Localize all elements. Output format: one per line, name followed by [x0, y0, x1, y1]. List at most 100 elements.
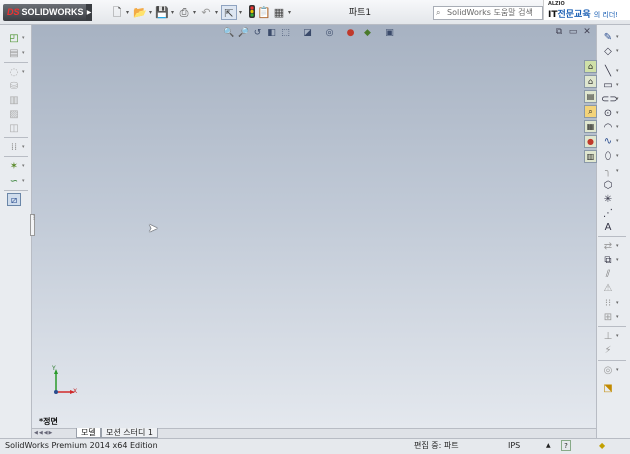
extruded-cut-icon[interactable]: ▨	[7, 108, 21, 121]
line-icon[interactable]: ╲	[601, 65, 615, 78]
chevron-down-icon[interactable]: ▾	[616, 45, 622, 58]
mirror-entities-icon[interactable]: ⫽	[601, 268, 615, 281]
hide-show-items-icon[interactable]: ◎	[324, 27, 335, 39]
instant3d-icon[interactable]: ⧄	[7, 193, 21, 206]
open-folder-icon[interactable]: 📂	[132, 5, 148, 20]
display-relations-icon[interactable]: ⊥	[601, 330, 615, 343]
fillet-icon[interactable]: ◫	[7, 122, 21, 135]
chevron-up-icon[interactable]: ▲	[546, 439, 551, 453]
chevron-down-icon[interactable]: ▾	[616, 135, 622, 148]
view-settings-icon[interactable]: ▣	[384, 27, 395, 39]
chevron-down-icon[interactable]: ▾	[22, 47, 28, 60]
edit-appearance-icon[interactable]: ●	[345, 27, 356, 39]
chevron-down-icon[interactable]: ▾	[616, 79, 622, 92]
chevron-down-icon[interactable]: ▾	[616, 93, 622, 106]
search-icon[interactable]: ⌕	[584, 105, 597, 118]
tile-icon[interactable]: ▭	[568, 27, 578, 38]
apply-scene-icon[interactable]: ◆	[362, 27, 373, 39]
chevron-down-icon[interactable]: ▾	[616, 107, 622, 120]
rapid-sketch-icon[interactable]: ⬔	[601, 382, 615, 395]
chevron-down-icon[interactable]: ▾	[22, 175, 28, 188]
revolved-boss-icon[interactable]: ▤	[7, 47, 21, 60]
extruded-boss-icon[interactable]: ◰	[7, 32, 21, 45]
move-entities-icon[interactable]: ⊞	[601, 311, 615, 324]
solidworks-logo-menu[interactable]: DS SOLIDWORKS	[3, 4, 89, 21]
chevron-down-icon[interactable]: ▾	[616, 330, 622, 343]
view-palette-icon[interactable]: ▦	[584, 120, 597, 133]
spline-icon[interactable]: ∿	[601, 135, 615, 148]
previous-view-icon[interactable]: ↺	[252, 27, 263, 39]
chevron-down-icon[interactable]: ▾	[22, 32, 28, 45]
restore-icon[interactable]: ⧉	[554, 27, 564, 38]
graphics-area[interactable]	[32, 25, 596, 428]
close-icon[interactable]: ✕	[582, 27, 592, 38]
chevron-down-icon[interactable]: ▾	[191, 5, 198, 20]
linear-sketch-pattern-icon[interactable]: ⁝⁝	[601, 297, 615, 310]
chevron-down-icon[interactable]: ▾	[124, 5, 131, 20]
appearances-icon[interactable]: ●	[584, 135, 597, 148]
solidworks-resources-icon[interactable]: ⌂	[584, 60, 597, 73]
boundary-boss-icon[interactable]: ▥	[7, 94, 21, 107]
help-search-input[interactable]: SolidWorks 도움말 검색	[433, 6, 543, 20]
tag-icon[interactable]: ◆	[599, 439, 605, 453]
view-orientation-icon[interactable]: ⬚	[280, 27, 291, 39]
select-cursor-icon[interactable]: ⇱	[221, 5, 237, 20]
point-icon[interactable]: ✳	[601, 193, 615, 206]
curves-icon[interactable]: ∽	[7, 175, 21, 188]
trim-entities-icon[interactable]: ⚠	[601, 282, 615, 295]
unit-system[interactable]: IPS	[508, 439, 520, 453]
convert-entities-icon[interactable]: ⇄	[601, 240, 615, 253]
chevron-down-icon[interactable]: ▾	[616, 254, 622, 267]
print-icon[interactable]: ⎙	[176, 5, 192, 20]
chevron-down-icon[interactable]: ▾	[213, 5, 220, 20]
chevron-down-icon[interactable]: ▾	[616, 311, 622, 324]
custom-properties-icon[interactable]: ▥	[584, 150, 597, 163]
linear-pattern-icon[interactable]: ⁞⁞	[7, 141, 21, 154]
circle-icon[interactable]: ⊙	[601, 107, 615, 120]
chevron-down-icon[interactable]: ▾	[616, 65, 622, 78]
file-properties-icon[interactable]: 📋	[256, 5, 272, 20]
arc-icon[interactable]: ◠	[601, 121, 615, 134]
chevron-down-icon[interactable]: ▾	[616, 297, 622, 310]
chevron-down-icon[interactable]: ▾	[616, 150, 622, 163]
rectangle-icon[interactable]: ▭	[601, 79, 615, 92]
menu-expand-icon[interactable]: ▶	[86, 4, 92, 21]
reference-geometry-icon[interactable]: ✶	[7, 160, 21, 173]
chevron-down-icon[interactable]: ▾	[237, 5, 244, 20]
chevron-down-icon[interactable]: ▾	[147, 5, 154, 20]
zoom-to-fit-icon[interactable]: 🔍	[223, 27, 234, 39]
save-icon[interactable]: 💾	[154, 5, 170, 20]
chevron-down-icon[interactable]: ▾	[616, 121, 622, 134]
polygon-icon[interactable]: ⬡	[601, 179, 615, 192]
fillet-sketch-icon[interactable]: ╮	[601, 165, 615, 178]
new-document-icon[interactable]: 🗋	[109, 5, 125, 20]
ellipse-icon[interactable]: ⬯	[601, 150, 615, 163]
centerline-icon[interactable]: ⋰	[601, 207, 615, 220]
swept-boss-icon[interactable]: ◌	[7, 66, 21, 79]
section-view-icon[interactable]: ◧	[266, 27, 277, 39]
chevron-down-icon[interactable]: ▾	[22, 66, 28, 79]
chevron-down-icon[interactable]: ▾	[616, 165, 622, 178]
lofted-boss-icon[interactable]: ⛁	[7, 80, 21, 93]
chevron-down-icon[interactable]: ▾	[616, 240, 622, 253]
offset-entities-icon[interactable]: ⧉	[601, 254, 615, 267]
tab-motion-study[interactable]: 모션 스터디 1	[101, 428, 158, 438]
chevron-down-icon[interactable]: ▾	[22, 160, 28, 173]
repair-sketch-icon[interactable]: ⚡	[601, 344, 615, 357]
chevron-down-icon[interactable]: ▾	[169, 5, 176, 20]
zoom-area-icon[interactable]: 🔎	[238, 27, 249, 39]
text-icon[interactable]: A	[601, 221, 615, 234]
tab-model[interactable]: 모델	[76, 428, 101, 438]
smart-dimension-icon[interactable]: ◇	[601, 45, 615, 58]
chevron-down-icon[interactable]: ▾	[286, 5, 293, 20]
tab-scroll-arrows[interactable]: ◀◀◀▶	[34, 429, 74, 437]
sketch-icon[interactable]: ✎	[601, 31, 615, 44]
chevron-down-icon[interactable]: ▾	[616, 31, 622, 44]
chevron-down-icon[interactable]: ▾	[616, 364, 622, 377]
undo-icon[interactable]: ↶	[198, 5, 214, 20]
quick-snaps-icon[interactable]: ◎	[601, 364, 615, 377]
help-icon[interactable]: ?	[561, 440, 571, 451]
slot-icon[interactable]: ⊂⊃	[601, 93, 618, 106]
options-icon[interactable]: ▦	[271, 5, 287, 20]
design-library-icon[interactable]: ⌂	[584, 75, 597, 88]
